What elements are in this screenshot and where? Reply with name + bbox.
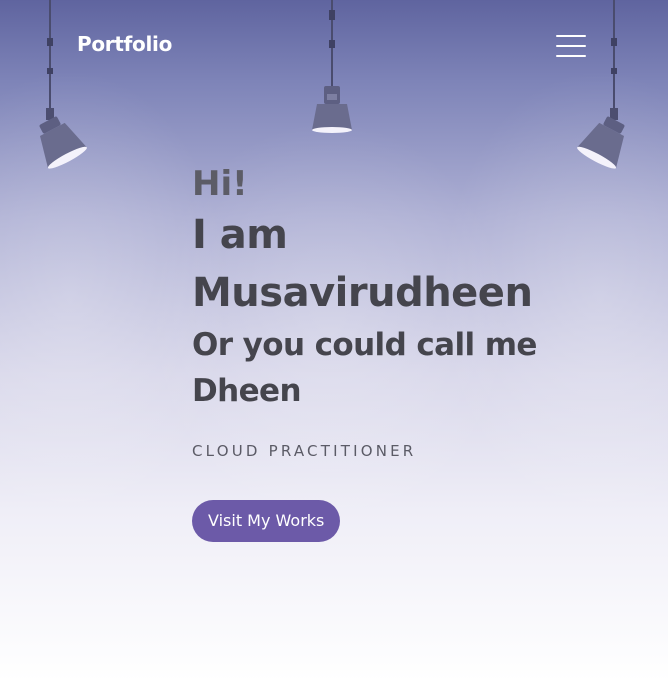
visit-works-button[interactable]: Visit My Works (192, 500, 341, 542)
hero-name: I am Musavirudheen (192, 212, 533, 316)
hero-alias: Or you could call me Dheen (192, 327, 537, 409)
hero-role: CLOUD PRACTITIONER (192, 442, 417, 460)
hamburger-menu-icon[interactable] (556, 35, 588, 59)
menu-bar-top (556, 35, 586, 37)
menu-bar-middle (556, 45, 586, 47)
hero-section: Hi! I am Musavirudheen Or you could call… (192, 162, 612, 542)
hero-greeting: Hi! (192, 164, 248, 204)
site-logo[interactable]: Portfolio (77, 32, 172, 56)
menu-bar-bottom (556, 55, 586, 57)
navbar: Portfolio (0, 0, 668, 92)
